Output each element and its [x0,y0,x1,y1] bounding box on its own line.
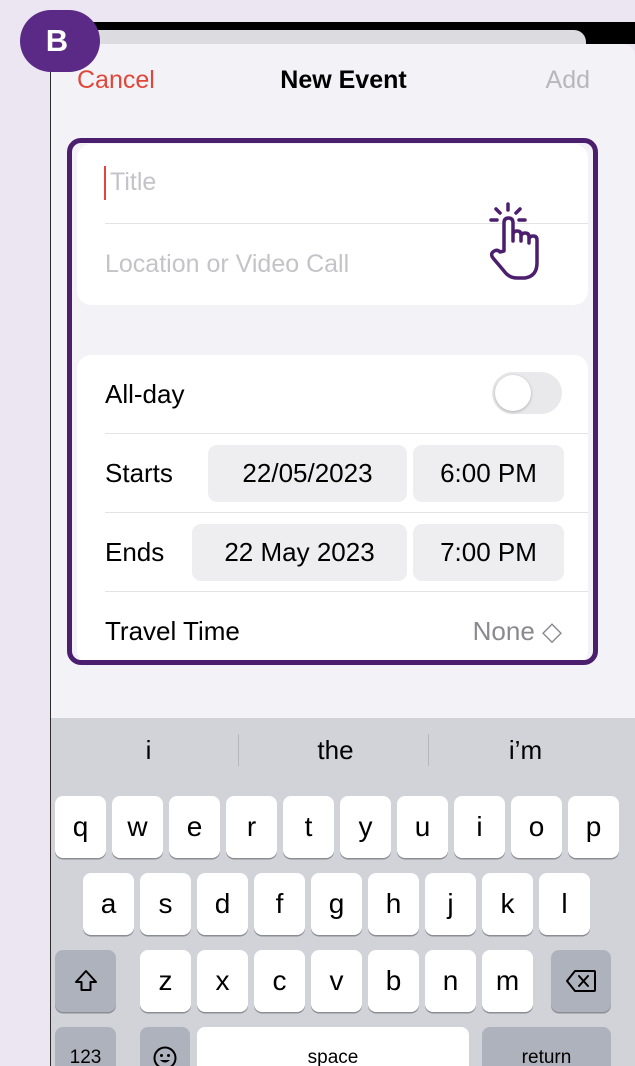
key-g[interactable]: g [311,873,362,935]
location-placeholder: Location or Video Call [105,250,350,278]
new-event-sheet: Cancel New Event Add Title Location or V… [50,44,635,1066]
key-d[interactable]: d [197,873,248,935]
key-s[interactable]: s [140,873,191,935]
allday-label: All-day [105,379,185,409]
key-f[interactable]: f [254,873,305,935]
key-e[interactable]: e [169,796,220,858]
starts-label: Starts [105,458,173,488]
starts-row: Starts 22/05/2023 6:00 PM [105,434,588,513]
date-time-card: All-day Starts 22/05/2023 6:00 PM Ends 2… [77,355,588,665]
emoji-key[interactable] [140,1027,190,1066]
tap-hand-icon [489,202,539,280]
key-x[interactable]: x [197,950,248,1012]
allday-toggle[interactable] [492,372,562,414]
start-date-button[interactable]: 22/05/2023 [208,445,407,502]
key-a[interactable]: a [83,873,134,935]
step-badge: B [20,10,100,72]
key-w[interactable]: w [112,796,163,858]
delete-icon [566,970,596,992]
end-date-button[interactable]: 22 May 2023 [192,524,407,581]
key-p[interactable]: p [568,796,619,858]
shift-icon [74,970,97,991]
space-key[interactable]: space [197,1027,469,1066]
key-c[interactable]: c [254,950,305,1012]
start-time-button[interactable]: 6:00 PM [413,445,564,502]
add-button[interactable]: Add [546,66,590,95]
travel-time-label: Travel Time [105,616,240,646]
toggle-knob [495,375,531,411]
key-r[interactable]: r [226,796,277,858]
key-t[interactable]: t [283,796,334,858]
ends-row: Ends 22 May 2023 7:00 PM [105,513,588,592]
allday-row: All-day [105,355,588,434]
keyboard: i the i’m q w e r t y u i o p a s d f g … [51,718,635,1066]
key-b[interactable]: b [368,950,419,1012]
suggestion-2[interactable]: the [238,718,433,782]
key-n[interactable]: n [425,950,476,1012]
key-h[interactable]: h [368,873,419,935]
key-y[interactable]: y [340,796,391,858]
nav-bar: Cancel New Event Add [51,60,635,100]
shift-key[interactable] [55,950,116,1012]
travel-time-value[interactable]: None ◇ [473,616,562,647]
key-u[interactable]: u [397,796,448,858]
suggestion-1[interactable]: i [51,718,246,782]
numbers-key[interactable]: 123 [55,1027,116,1066]
key-q[interactable]: q [55,796,106,858]
key-k[interactable]: k [482,873,533,935]
ends-label: Ends [105,537,165,567]
key-j[interactable]: j [425,873,476,935]
key-i[interactable]: i [454,796,505,858]
end-time-button[interactable]: 7:00 PM [413,524,564,581]
key-o[interactable]: o [511,796,562,858]
emoji-icon [153,1046,177,1066]
title-placeholder: Title [110,168,157,196]
key-l[interactable]: l [539,873,590,935]
key-z[interactable]: z [140,950,191,1012]
suggestion-3[interactable]: i’m [428,718,623,782]
key-m[interactable]: m [482,950,533,1012]
text-cursor [104,166,106,200]
travel-time-row[interactable]: Travel Time None ◇ [105,592,588,671]
delete-key[interactable] [551,950,611,1012]
key-v[interactable]: v [311,950,362,1012]
return-key[interactable]: return [482,1027,611,1066]
